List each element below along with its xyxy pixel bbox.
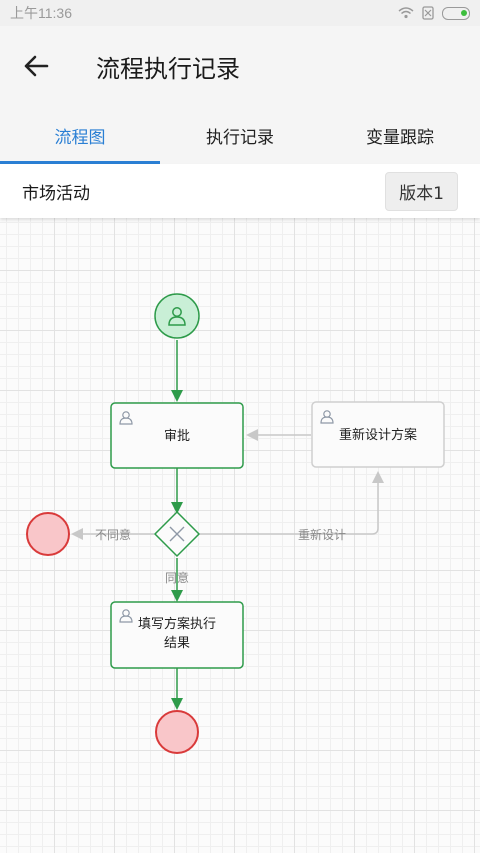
app-bar: 流程执行记录 xyxy=(0,26,480,106)
end-event-reject[interactable] xyxy=(26,512,70,556)
status-time: 上午11:36 xyxy=(10,5,72,21)
task-redesign-label: 重新设计方案 xyxy=(339,427,417,443)
tab-bar: 流程图 执行记录 变量跟踪 xyxy=(0,106,480,164)
version-button[interactable]: 版本1 xyxy=(385,171,458,211)
flowchart-canvas[interactable]: 审批 重新设计方案 不同意 重新设计 同意 填写方案执行 结果 xyxy=(0,218,480,853)
task-fill-result-label-2: 结果 xyxy=(164,636,190,651)
tab-variable-tracking[interactable]: 变量跟踪 xyxy=(320,106,480,164)
edge-label-redesign: 重新设计 xyxy=(298,527,346,542)
battery-icon xyxy=(442,6,470,20)
flowchart-diagram: 审批 重新设计方案 不同意 重新设计 同意 填写方案执行 结果 xyxy=(26,293,445,754)
back-button[interactable] xyxy=(0,26,72,106)
process-name: 市场活动 xyxy=(22,183,90,204)
end-event[interactable] xyxy=(155,710,199,754)
edge-gateway-to-redesign xyxy=(200,471,384,535)
sim-off-icon xyxy=(422,6,434,20)
task-fill-result-label-1: 填写方案执行 xyxy=(138,616,216,632)
task-fill-result[interactable] xyxy=(110,601,244,669)
task-approve-label: 审批 xyxy=(164,429,190,444)
tab-execution-record[interactable]: 执行记录 xyxy=(160,106,320,164)
wifi-icon xyxy=(398,7,414,19)
edge-label-agree: 同意 xyxy=(165,570,189,585)
page-title: 流程执行记录 xyxy=(96,54,240,83)
arrow-left-icon xyxy=(24,55,49,77)
process-header: 市场活动 版本1 xyxy=(0,164,480,218)
status-bar: 上午11:36 xyxy=(0,0,480,26)
tab-flowchart[interactable]: 流程图 xyxy=(0,106,160,164)
status-icons xyxy=(398,6,470,20)
edge-label-disagree: 不同意 xyxy=(95,527,131,542)
